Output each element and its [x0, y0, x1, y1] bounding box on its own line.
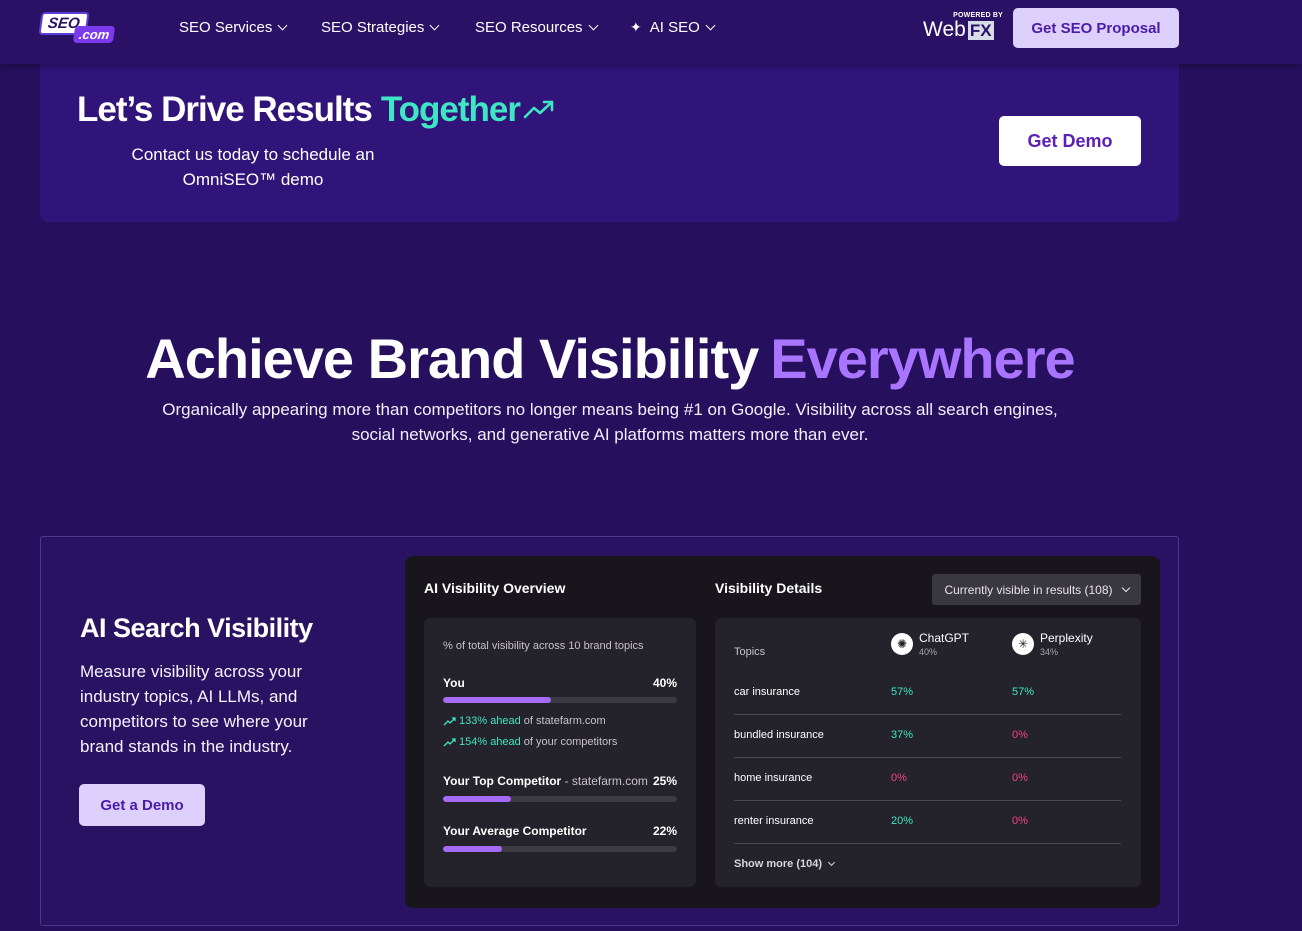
- topic-car-insurance: car insurance: [734, 686, 801, 698]
- chevron-down-icon: [277, 20, 288, 31]
- you-label: You: [443, 676, 465, 690]
- hero-title-main: Achieve Brand Visibility: [145, 327, 759, 390]
- top-competitor-bar: [443, 796, 677, 802]
- powered-by-webfx[interactable]: POWERED BY Web FX: [923, 12, 1003, 42]
- chevron-down-icon: [1121, 583, 1130, 592]
- nav-ai-seo[interactable]: ✦ AI SEO: [630, 19, 716, 36]
- home-chatgpt-pct: 0%: [891, 772, 907, 784]
- cta-subtitle: Contact us today to schedule an OmniSEO™…: [131, 145, 375, 189]
- you-value: 40%: [652, 676, 677, 690]
- filter-label: Currently visible in results (108): [944, 582, 1113, 597]
- cta-title: Let’s Drive Results Together: [77, 90, 555, 130]
- bundled-chatgpt-pct: 37%: [891, 729, 914, 741]
- avg-competitor-bar: [443, 846, 677, 852]
- avg-competitor-value: 22%: [652, 824, 677, 838]
- engine-pct: 34%: [1040, 647, 1059, 657]
- hero-title-accent: Everywhere: [770, 327, 1075, 390]
- ahead-2-value: 154% ahead: [459, 736, 521, 748]
- you-label-text: You: [443, 676, 465, 690]
- top-competitor-value: 25%: [652, 774, 677, 788]
- engine-name: Perplexity: [1040, 631, 1093, 645]
- demo-cta-band: Let’s Drive Results Together Contact us …: [40, 64, 1179, 222]
- chevron-down-icon: [827, 858, 836, 866]
- top-competitor-domain: - statefarm.com: [564, 774, 648, 788]
- webfx-fx: FX: [967, 20, 994, 40]
- ahead-1-rest: of statefarm.com: [523, 715, 606, 727]
- topics-header: Topics: [734, 646, 766, 658]
- topic-renter-insurance: renter insurance: [734, 815, 814, 827]
- trending-up-icon: [443, 737, 456, 746]
- engine-perplexity: ✳ Perplexity 34%: [1012, 631, 1093, 657]
- webfx-logo: Web FX: [923, 18, 1003, 42]
- bundled-perplexity-pct: 0%: [1012, 729, 1028, 741]
- row-divider: [734, 800, 1121, 801]
- get-seo-proposal-button[interactable]: Get SEO Proposal: [1013, 8, 1179, 48]
- show-more-label: Show more (104): [734, 858, 823, 870]
- visibility-filter-dropdown[interactable]: Currently visible in results (108): [932, 574, 1141, 605]
- chevron-down-icon: [588, 20, 598, 31]
- chevron-down-icon: [429, 20, 440, 31]
- ahead-competitors: 154% ahead of your competitors: [443, 736, 617, 748]
- renter-perplexity-pct: 0%: [1012, 815, 1028, 827]
- seo-com-logo[interactable]: SEO .com: [38, 12, 122, 46]
- engine-name: ChatGPT: [919, 631, 970, 645]
- chevron-down-icon: [705, 20, 716, 31]
- chatgpt-icon: ✺: [891, 633, 913, 655]
- avg-competitor-label: Your Average Competitor: [443, 824, 587, 838]
- logo-com: .com: [72, 26, 116, 43]
- row-divider: [734, 714, 1121, 715]
- get-demo-button[interactable]: Get Demo: [999, 116, 1141, 166]
- overview-box: % of total visibility across 10 brand to…: [424, 618, 696, 887]
- avg-competitor-text: Your Average Competitor: [443, 824, 587, 838]
- cta-title-main: Let’s Drive Results: [77, 90, 373, 129]
- cta-title-accent: Together: [380, 90, 521, 129]
- nav-label: AI SEO: [649, 19, 700, 36]
- top-nav: SEO .com SEO Services SEO Strategies SEO…: [0, 0, 1302, 64]
- top-competitor-label: Your Top Competitor - statefarm.com: [443, 774, 648, 788]
- top-competitor-text: Your Top Competitor: [443, 774, 562, 788]
- nav-seo-resources[interactable]: SEO Resources: [475, 19, 598, 36]
- car-perplexity-pct: 57%: [1012, 686, 1035, 698]
- feature-description: Measure visibility across your industry …: [80, 662, 308, 756]
- trending-up-icon: [523, 100, 554, 119]
- topic-home-insurance: home insurance: [734, 772, 813, 784]
- you-progress-fill: [443, 697, 551, 703]
- show-more-button[interactable]: Show more (104): [734, 858, 836, 870]
- topic-bundled-insurance: bundled insurance: [734, 729, 824, 741]
- ahead-2-rest: of your competitors: [523, 736, 618, 748]
- hero-title: Achieve Brand Visibility Everywhere: [0, 326, 1220, 391]
- row-divider: [734, 843, 1121, 844]
- nav-label: SEO Strategies: [321, 19, 425, 36]
- feature-title: AI Search Visibility: [80, 613, 313, 643]
- nav-label: SEO Services: [179, 19, 273, 36]
- dashboard-preview: AI Visibility Overview Visibility Detail…: [405, 556, 1160, 908]
- nav-label: SEO Resources: [475, 19, 583, 36]
- sparkle-icon: ✦: [630, 19, 642, 35]
- nav-seo-services[interactable]: SEO Services: [179, 19, 288, 36]
- details-box: Topics ✺ ChatGPT 40% ✳ Perplexity 34% ca…: [715, 618, 1141, 887]
- trending-up-icon: [443, 716, 456, 725]
- details-title: Visibility Details: [715, 580, 823, 596]
- webfx-web: Web: [923, 18, 966, 41]
- nav-seo-strategies[interactable]: SEO Strategies: [321, 19, 440, 36]
- perplexity-icon: ✳: [1012, 633, 1034, 655]
- engine-chatgpt: ✺ ChatGPT 40%: [891, 631, 969, 657]
- avg-competitor-fill: [443, 846, 502, 852]
- ahead-statefarm: 133% ahead of statefarm.com: [443, 715, 606, 727]
- you-progress-bar: [443, 697, 677, 703]
- renter-chatgpt-pct: 20%: [891, 815, 914, 827]
- get-a-demo-button[interactable]: Get a Demo: [79, 784, 205, 826]
- ahead-1-value: 133% ahead: [459, 715, 521, 727]
- car-chatgpt-pct: 57%: [891, 686, 914, 698]
- home-perplexity-pct: 0%: [1012, 772, 1028, 784]
- row-divider: [734, 757, 1121, 758]
- overview-note: % of total visibility across 10 brand to…: [443, 640, 644, 652]
- hero-subtitle: Organically appearing more than competit…: [162, 400, 1058, 444]
- top-competitor-fill: [443, 796, 511, 802]
- engine-pct: 40%: [919, 647, 938, 657]
- overview-title: AI Visibility Overview: [424, 580, 566, 596]
- ai-search-visibility-card: AI Search Visibility Measure visibility …: [40, 536, 1179, 926]
